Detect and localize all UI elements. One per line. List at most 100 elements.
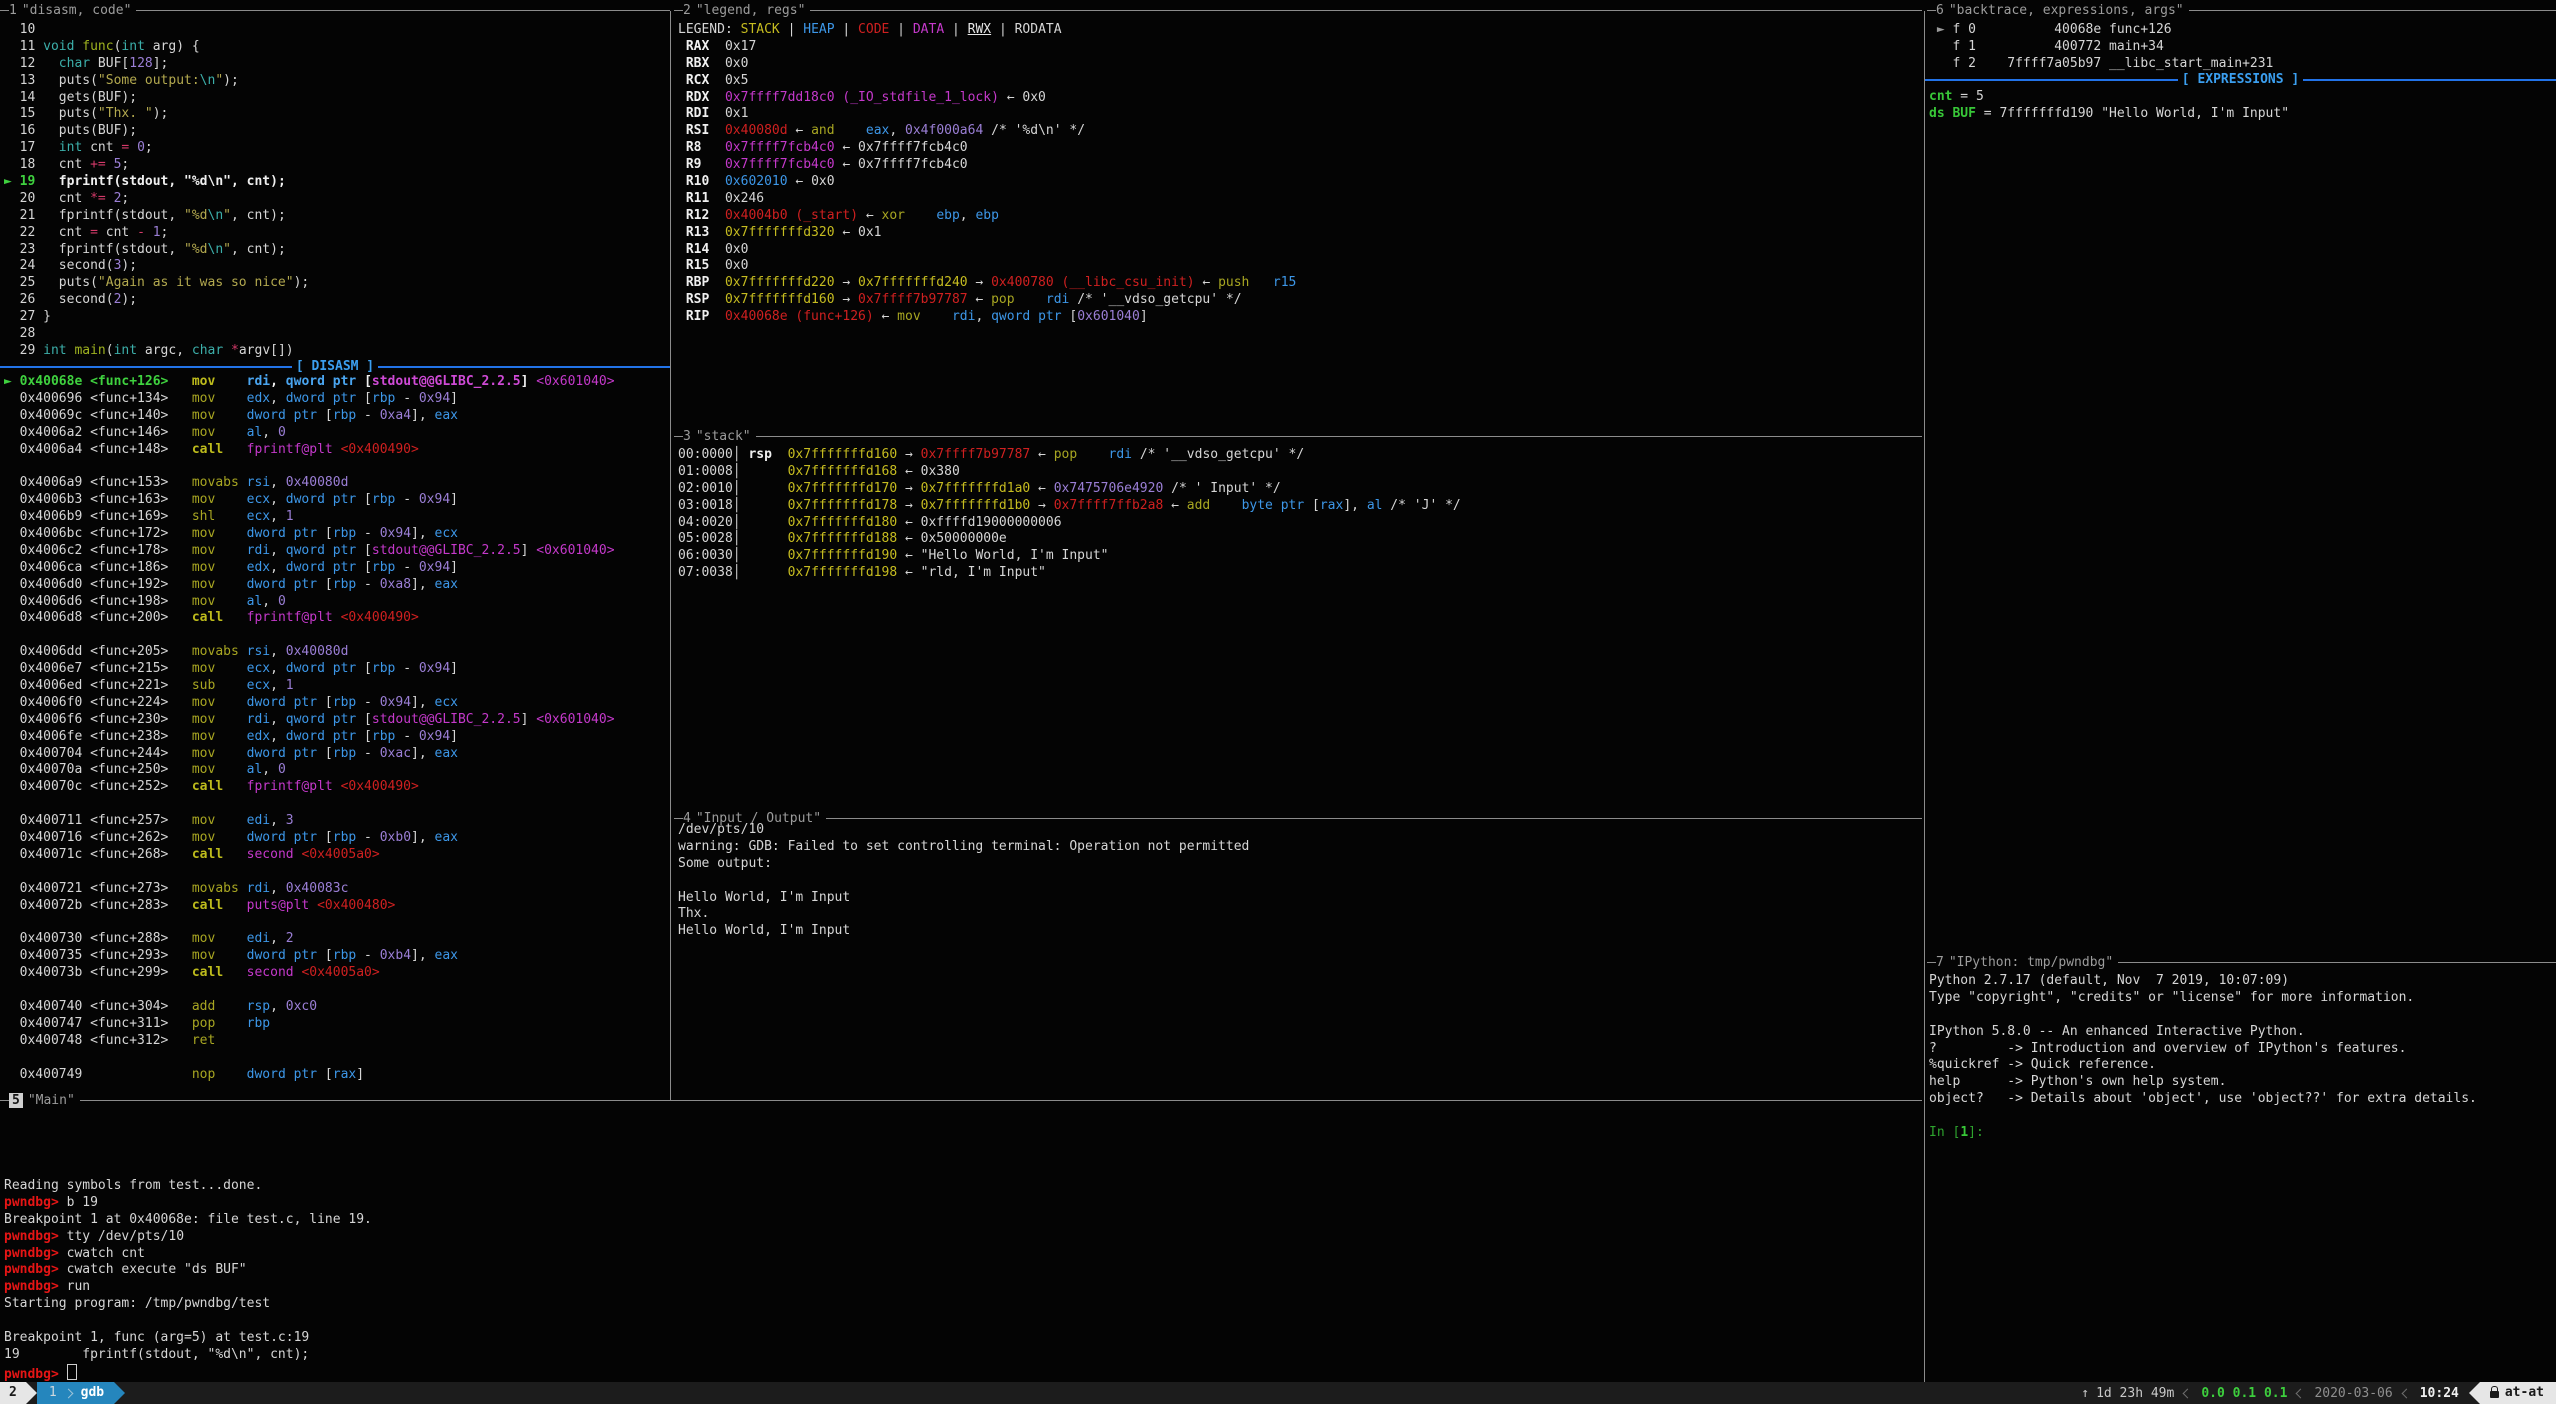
window-tab-gdb[interactable]: 1 gdb: [37, 1382, 114, 1404]
status-left: 2 1 gdb: [0, 1382, 125, 1404]
term-line: RSP 0x7fffffffd160 → 0x7ffff7b97787 ← po…: [678, 292, 1296, 309]
text-cursor: [67, 1364, 77, 1380]
pane-divider-vertical-right[interactable]: [1924, 11, 1925, 1382]
term-line: 0x4006fe <func+238> mov edx, dword ptr […: [4, 729, 615, 746]
term-line: 28: [4, 326, 309, 343]
term-line: 0x4006b9 <func+169> shl ecx, 1: [4, 509, 615, 526]
term-line: pwndbg>: [4, 1364, 372, 1381]
term-line: RDI 0x1: [678, 106, 1296, 123]
term-line: help -> Python's own help system.: [1929, 1074, 2477, 1091]
pane-title-text: "stack": [696, 429, 751, 444]
powerline-arrow-icon: [26, 1382, 37, 1404]
term-line: 14 gets(BUF);: [4, 90, 309, 107]
term-line: 0x400748 <func+312> ret: [4, 1033, 615, 1050]
term-line: [4, 915, 615, 932]
term-line: 0x400747 <func+311> pop rbp: [4, 1016, 615, 1033]
stack-view: 00:0000│ rsp 0x7fffffffd160 → 0x7ffff7b9…: [678, 447, 1461, 582]
term-line: f 1 400772 main+34: [1929, 39, 2273, 56]
border-rule: [1927, 10, 1936, 11]
separator-rule: [2303, 79, 2556, 81]
term-line: 13 puts("Some output:\n");: [4, 73, 309, 90]
term-line: 07:0038│ 0x7fffffffd198 ← "rld, I'm Inpu…: [678, 565, 1461, 582]
term-line: 0x4006a4 <func+148> call fprintf@plt <0x…: [4, 442, 615, 459]
term-line: 0x400730 <func+288> mov edi, 2: [4, 931, 615, 948]
pane-title-text: "Main": [28, 1093, 75, 1108]
gdb-console[interactable]: Reading symbols from test...done.pwndbg>…: [4, 1178, 372, 1381]
source-code: 10 11 void func(int arg) { 12 char BUF[1…: [4, 22, 309, 360]
pane-number: 7: [1936, 955, 1944, 970]
term-line: 0x4006d0 <func+192> mov dword ptr [rbp -…: [4, 577, 615, 594]
pane-title-ipython: 7 "IPython: tmp/pwndbg": [1927, 954, 2556, 971]
term-line: 0x4006f6 <func+230> mov rdi, qword ptr […: [4, 712, 615, 729]
window-index: 1: [49, 1382, 57, 1404]
pane-title-text: "IPython: tmp/pwndbg": [1949, 955, 2113, 970]
uptime-text: 1d 23h 49m: [2096, 1386, 2174, 1401]
term-line: 22 cnt = cnt - 1;: [4, 225, 309, 242]
session-indicator[interactable]: 2: [0, 1382, 26, 1404]
term-line: 0x40072b <func+283> call puts@plt <0x400…: [4, 898, 615, 915]
term-line: RIP 0x40068e (func+126) ← mov rdi, qword…: [678, 309, 1296, 326]
term-line: 00:0000│ rsp 0x7fffffffd160 → 0x7ffff7b9…: [678, 447, 1461, 464]
term-line: [678, 873, 1249, 890]
ipython-console[interactable]: Python 2.7.17 (default, Nov 7 2019, 10:0…: [1929, 973, 2477, 1142]
term-line: 0x4006ed <func+221> sub ecx, 1: [4, 678, 615, 695]
status-date: 2020-03-06: [2314, 1386, 2392, 1401]
program-output: /dev/pts/10warning: GDB: Failed to set c…: [678, 822, 1249, 940]
term-line: R9 0x7ffff7fcb4c0 ← 0x7ffff7fcb4c0: [678, 157, 1296, 174]
powerline-arrow-icon: [114, 1382, 125, 1404]
term-line: 23 fprintf(stdout, "%d\n", cnt);: [4, 242, 309, 259]
pane-title-stack: 3 "stack": [674, 428, 1922, 445]
pane-number-active: 5: [9, 1093, 23, 1108]
term-line: IPython 5.8.0 -- An enhanced Interactive…: [1929, 1024, 2477, 1041]
disassembly: ► 0x40068e <func+126> mov rdi, qword ptr…: [4, 374, 615, 1083]
term-line: 0x4006a2 <func+146> mov al, 0: [4, 425, 615, 442]
term-line: 0x4006e7 <func+215> mov ecx, dword ptr […: [4, 661, 615, 678]
term-line: RBP 0x7fffffffd220 → 0x7fffffffd240 → 0x…: [678, 275, 1296, 292]
pane-number: 1: [9, 3, 17, 18]
term-line: 0x400735 <func+293> mov dword ptr [rbp -…: [4, 948, 615, 965]
term-line: RDX 0x7ffff7dd18c0 (_IO_stdfile_1_lock) …: [678, 90, 1296, 107]
border-rule: [674, 10, 683, 11]
term-line: ? -> Introduction and overview of IPytho…: [1929, 1041, 2477, 1058]
pane-title-main: 5 "Main": [0, 1092, 1922, 1109]
term-line: Hello World, I'm Input: [678, 890, 1249, 907]
border-rule: [810, 10, 1922, 11]
term-line: 0x400711 <func+257> mov edi, 3: [4, 813, 615, 830]
backtrace-frames: ► f 0 40068e func+126 f 1 400772 main+34…: [1929, 22, 2273, 73]
window-name: gdb: [81, 1382, 104, 1404]
term-line: [4, 1050, 615, 1067]
term-line: Starting program: /tmp/pwndbg/test: [4, 1296, 372, 1313]
term-line: R10 0x602010 ← 0x0: [678, 174, 1296, 191]
term-line: Some output:: [678, 856, 1249, 873]
status-right: ↑ 1d 23h 49m 0.0 0.1 0.1 2020-03-06 10:2…: [2081, 1382, 2556, 1404]
term-line: 17 int cnt = 0;: [4, 140, 309, 157]
term-line: 0x4006d8 <func+200> call fprintf@plt <0x…: [4, 610, 615, 627]
border-rule: [674, 436, 683, 437]
pane-divider-vertical-left[interactable]: [670, 11, 671, 1101]
term-line: [4, 627, 615, 644]
term-line: Breakpoint 1 at 0x40068e: file test.c, l…: [4, 1212, 372, 1229]
term-line: Type "copyright", "credits" or "license"…: [1929, 990, 2477, 1007]
term-line: pwndbg> cwatch cnt: [4, 1246, 372, 1263]
term-line: 11 void func(int arg) {: [4, 39, 309, 56]
term-line: [4, 864, 615, 881]
chevron-left-icon: [2401, 1388, 2411, 1398]
term-line: [1929, 1108, 2477, 1125]
pane-number: 3: [683, 429, 691, 444]
term-line: warning: GDB: Failed to set controlling …: [678, 839, 1249, 856]
term-line: 06:0030│ 0x7fffffffd190 ← "Hello World, …: [678, 548, 1461, 565]
term-line: R11 0x246: [678, 191, 1296, 208]
term-line: R13 0x7fffffffd320 ← 0x1: [678, 225, 1296, 242]
term-line: 0x4006d6 <func+198> mov al, 0: [4, 594, 615, 611]
tmux-status-bar: 2 1 gdb ↑ 1d 23h 49m 0.0 0.1 0.1 2020-03…: [0, 1382, 2556, 1404]
pane-title-text: "disasm, code": [22, 3, 132, 18]
registers-view: LEGEND: STACK | HEAP | CODE | DATA | RWX…: [678, 22, 1296, 326]
term-line: 0x4006dd <func+205> movabs rsi, 0x40080d: [4, 644, 615, 661]
disasm-separator-label: [ DISASM ]: [292, 359, 378, 374]
term-line: pwndbg> run: [4, 1279, 372, 1296]
border-rule: [1927, 962, 1936, 963]
lock-icon: [2490, 1391, 2499, 1398]
term-line: 03:0018│ 0x7fffffffd178 → 0x7fffffffd1b0…: [678, 498, 1461, 515]
term-line: 02:0010│ 0x7fffffffd170 → 0x7fffffffd1a0…: [678, 481, 1461, 498]
border-rule: [2118, 962, 2556, 963]
